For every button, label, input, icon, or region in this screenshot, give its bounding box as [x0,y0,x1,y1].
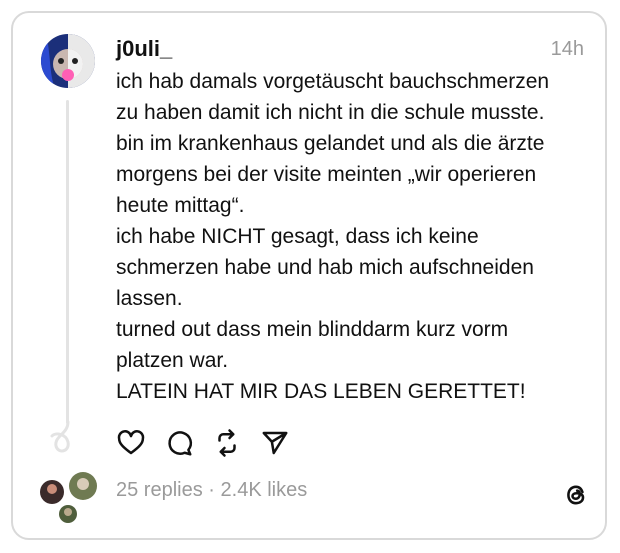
comment-icon [168,431,193,456]
post-line: ich hab damals vorgetäuscht bauchschmerz… [116,70,550,93]
replier-avatars[interactable] [38,470,102,526]
likes-count[interactable]: 2.4K likes [221,479,308,501]
avatar-image [41,34,95,88]
post-time: 14h [550,38,584,60]
action-bar [116,428,290,458]
post-line: bin im krankenhaus gelandet und als die … [116,132,545,155]
reply-button[interactable] [164,428,194,458]
post-line: LATEIN HAT MIR DAS LEBEN GERETTET! [116,380,526,403]
post-line: morgens bei der visite meinten „wir oper… [116,163,537,186]
replies-count[interactable]: 25 replies [116,479,203,501]
post-line: lassen. [116,287,183,310]
post-stats: 25 replies · 2.4K likes [116,479,307,502]
threads-logo-icon[interactable] [562,481,590,509]
author-avatar[interactable] [41,34,95,88]
username[interactable]: j0uli_ [116,36,172,62]
thread-loop-icon [50,420,70,453]
stats-separator: · [208,479,215,501]
like-button[interactable] [116,428,146,458]
repost-icon [218,429,236,457]
heart-icon [117,430,145,455]
post-text: ich hab damals vorgetäuscht bauchschmerz… [116,66,591,407]
send-icon [262,431,288,455]
post-line: schmerzen habe und hab mich aufschneiden [116,256,534,279]
share-button[interactable] [260,428,290,458]
thread-line [66,100,69,424]
post-line: ich habe NICHT gesagt, dass ich keine [116,225,479,248]
repost-button[interactable] [212,428,242,458]
post-line: zu haben damit ich nicht in die schule m… [116,101,545,124]
post-line: heute mittag“. [116,194,245,217]
post-line: platzen war. [116,349,229,372]
post-line: turned out dass mein blinddarm kurz vorm [116,318,509,341]
